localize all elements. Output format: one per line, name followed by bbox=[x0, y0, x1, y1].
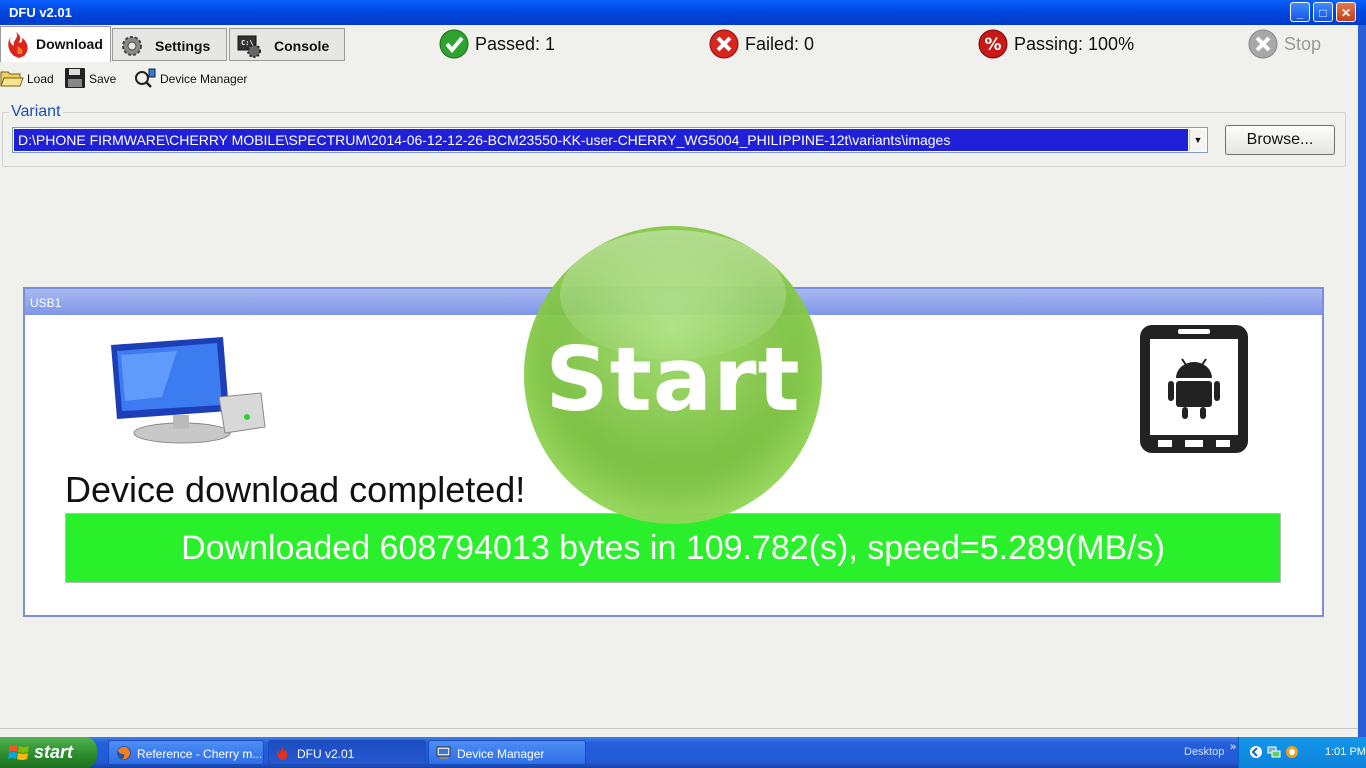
computer-icon bbox=[436, 746, 451, 759]
error-icon bbox=[709, 29, 739, 59]
taskbar-item-dfu[interactable]: DFU v2.01 bbox=[268, 740, 426, 765]
passed-status: Passed: 1 bbox=[439, 29, 589, 59]
failed-status: Failed: 0 bbox=[709, 29, 859, 59]
svg-text:%: % bbox=[984, 35, 1001, 55]
floppy-icon bbox=[65, 68, 85, 88]
minimize-button[interactable]: _ bbox=[1290, 2, 1310, 22]
window-border bbox=[1358, 25, 1366, 737]
save-label: Save bbox=[89, 72, 117, 86]
passing-status: % Passing: 100% bbox=[978, 29, 1178, 59]
system-tray: 1:01 PM bbox=[1238, 737, 1366, 768]
tab-download[interactable]: Download bbox=[0, 26, 111, 62]
stop-label: Stop bbox=[1284, 34, 1322, 54]
load-button[interactable]: Load bbox=[0, 67, 54, 89]
console-icon: C:\ bbox=[237, 35, 261, 58]
gear-icon bbox=[122, 36, 142, 56]
device-manager-label: Device Manager bbox=[160, 72, 248, 86]
passing-rate: Passing: 100% bbox=[1014, 34, 1135, 54]
tab-row: Download Settings C:\ Console Passed: 1 … bbox=[0, 25, 1358, 62]
variant-group: Variant D:\PHONE FIRMWARE\CHERRY MOBILE\… bbox=[2, 103, 1346, 167]
firefox-icon bbox=[117, 746, 131, 760]
taskbar-item-device-manager[interactable]: Device Manager bbox=[428, 740, 586, 765]
device-search-icon bbox=[135, 68, 156, 88]
flame-icon bbox=[8, 32, 28, 58]
browse-button[interactable]: Browse... bbox=[1225, 125, 1335, 155]
clock[interactable]: 1:01 PM bbox=[1325, 746, 1366, 758]
tab-console-label: Console bbox=[274, 38, 330, 54]
load-label: Load bbox=[27, 72, 54, 86]
flame-icon bbox=[277, 746, 288, 760]
chevron-right-icon[interactable]: » bbox=[1230, 741, 1236, 753]
tab-download-label: Download bbox=[36, 36, 103, 52]
device-manager-button[interactable]: Device Manager bbox=[133, 67, 247, 89]
computer-icon bbox=[111, 337, 266, 444]
chevron-down-icon[interactable]: ▼ bbox=[1189, 129, 1206, 151]
save-button[interactable]: Save bbox=[64, 67, 118, 89]
windows-logo-icon bbox=[8, 745, 29, 760]
taskbar-item-label: Device Manager bbox=[457, 747, 545, 761]
android-phone-icon bbox=[1140, 325, 1248, 453]
maximize-button[interactable]: □ bbox=[1313, 2, 1333, 22]
failed-count: Failed: 0 bbox=[745, 34, 815, 54]
start-menu-button[interactable]: start bbox=[0, 737, 97, 768]
taskbar-item-reference[interactable]: Reference - Cherry m... bbox=[108, 740, 264, 765]
window-title: DFU v2.01 bbox=[9, 5, 72, 20]
desktop-toolbar-label[interactable]: Desktop bbox=[1184, 746, 1224, 758]
download-status-message: Device download completed! bbox=[65, 469, 526, 510]
tab-settings[interactable]: Settings bbox=[112, 28, 227, 61]
tab-settings-label: Settings bbox=[155, 38, 211, 54]
start-menu-label: start bbox=[34, 742, 74, 762]
start-button[interactable]: Start bbox=[524, 226, 822, 524]
stop-button[interactable]: Stop bbox=[1248, 29, 1348, 59]
check-icon bbox=[439, 29, 469, 59]
usb-title: USB1 bbox=[30, 296, 62, 310]
tab-console[interactable]: C:\ Console bbox=[229, 28, 345, 61]
variant-legend: Variant bbox=[9, 103, 63, 121]
title-bar: DFU v2.01 _ □ ✕ bbox=[0, 0, 1366, 25]
start-label: Start bbox=[545, 328, 801, 431]
stop-icon bbox=[1248, 29, 1278, 59]
tray-app-icon[interactable] bbox=[1285, 745, 1299, 759]
percent-icon: % bbox=[978, 29, 1008, 59]
taskbar: start Reference - Cherry m... DFU v2.01 … bbox=[0, 737, 1366, 768]
variant-dropdown[interactable]: D:\PHONE FIRMWARE\CHERRY MOBILE\SPECTRUM… bbox=[12, 127, 1208, 153]
network-icon[interactable] bbox=[1267, 745, 1281, 759]
folder-open-icon bbox=[0, 71, 24, 87]
taskbar-item-label: DFU v2.01 bbox=[297, 747, 355, 761]
passed-count: Passed: 1 bbox=[475, 34, 556, 54]
toolbar: Load Save Device Manager bbox=[0, 65, 400, 91]
variant-path: D:\PHONE FIRMWARE\CHERRY MOBILE\SPECTRUM… bbox=[14, 129, 1188, 151]
back-arrow-icon[interactable] bbox=[1249, 745, 1263, 759]
taskbar-item-label: Reference - Cherry m... bbox=[137, 747, 261, 761]
close-button[interactable]: ✕ bbox=[1336, 2, 1356, 22]
